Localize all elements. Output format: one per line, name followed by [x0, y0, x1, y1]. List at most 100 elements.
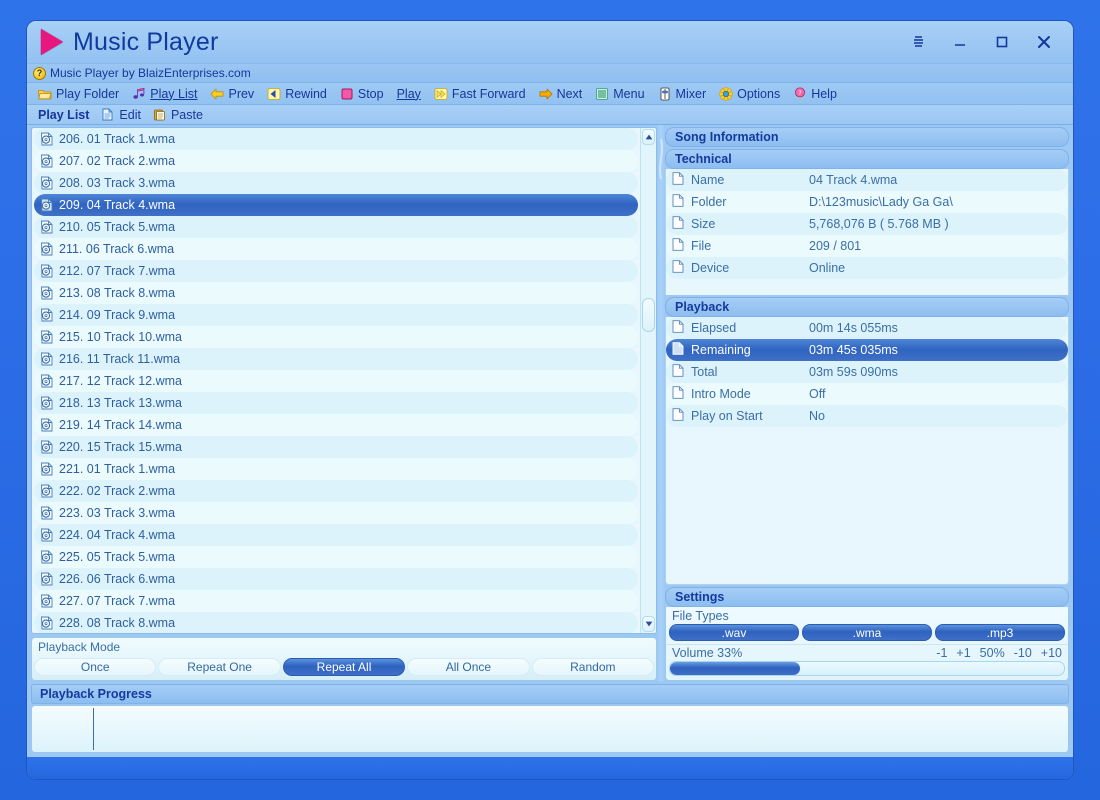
info-row[interactable]: Play on Start No	[666, 405, 1068, 427]
audio-file-icon	[40, 264, 54, 278]
playlist-item-label: 212. 07 Track 7.wma	[59, 264, 176, 278]
toolbar-stop[interactable]: Stop	[335, 84, 389, 104]
playlist-item[interactable]: 207. 02 Track 2.wma	[34, 150, 638, 172]
info-row[interactable]: Size 5,768,076 B ( 5.768 MB )	[666, 213, 1068, 235]
audio-file-icon	[40, 198, 54, 212]
playlist-item[interactable]: 224. 04 Track 4.wma	[34, 524, 638, 546]
toolbar-menu[interactable]: Menu	[590, 84, 649, 104]
playlist-scrollbar[interactable]	[640, 128, 656, 633]
maximize-icon[interactable]	[991, 31, 1013, 53]
playback-mode-button[interactable]: Repeat One	[158, 658, 281, 676]
playlist-item[interactable]: 220. 15 Track 15.wma	[34, 436, 638, 458]
audio-file-icon	[40, 528, 54, 542]
playlist-item[interactable]: 228. 08 Track 8.wma	[34, 612, 638, 633]
volume-slider[interactable]	[669, 661, 1065, 676]
toolbar-label: Next	[556, 86, 583, 101]
minimize-icon[interactable]	[949, 31, 971, 53]
playlist-item[interactable]: 213. 08 Track 8.wma	[34, 282, 638, 304]
document-icon	[672, 172, 685, 188]
playlist-item[interactable]: 211. 06 Track 6.wma	[34, 238, 638, 260]
info-row[interactable]: Remaining 03m 45s 035ms	[666, 339, 1068, 361]
playlist-item-label: 221. 01 Track 1.wma	[59, 462, 176, 476]
playlist-item[interactable]: 219. 14 Track 14.wma	[34, 414, 638, 436]
info-row[interactable]: Folder D:\123music\Lady Ga Ga\	[666, 191, 1068, 213]
playlist-item[interactable]: 226. 06 Track 6.wma	[34, 568, 638, 590]
technical-spacer	[665, 279, 1069, 295]
playback-rows: Elapsed 00m 14s 055ms Remaining 03m 45s 035…	[665, 317, 1069, 427]
audio-file-icon	[40, 396, 54, 410]
playlist-item-label: 224. 04 Track 4.wma	[59, 528, 176, 542]
toolbar-next[interactable]: Next	[534, 84, 588, 104]
pane-splitter[interactable]	[657, 125, 665, 681]
file-type-button[interactable]: .mp3	[935, 624, 1065, 641]
volume-adjust-button[interactable]: +1	[956, 646, 970, 660]
playlist-item-label: 219. 14 Track 14.wma	[59, 418, 182, 432]
playlist-item[interactable]: 208. 03 Track 3.wma	[34, 172, 638, 194]
toolbar-rewind[interactable]: Rewind	[262, 84, 332, 104]
volume-adjust-button[interactable]: -1	[936, 646, 947, 660]
audio-file-icon	[40, 242, 54, 256]
playlist-toolbar-label: Edit	[119, 107, 141, 122]
playback-progress-area[interactable]	[31, 705, 1069, 753]
toolbar-label: Stop	[357, 86, 384, 101]
info-row[interactable]: Name 04 Track 4.wma	[666, 169, 1068, 191]
stop-square-icon	[340, 87, 354, 101]
file-type-button[interactable]: .wav	[669, 624, 799, 641]
playlist-item[interactable]: 221. 01 Track 1.wma	[34, 458, 638, 480]
playback-mode-button[interactable]: Random	[531, 658, 655, 676]
playlist-item[interactable]: 216. 11 Track 11.wma	[34, 348, 638, 370]
hamburger-menu-icon[interactable]	[907, 31, 929, 53]
playlist-item[interactable]: 227. 07 Track 7.wma	[34, 590, 638, 612]
playlist-item[interactable]: 223. 03 Track 3.wma	[34, 502, 638, 524]
toolbar-fast-forward[interactable]: Fast Forward	[429, 84, 531, 104]
toolbar-play-list[interactable]: Play List	[127, 84, 202, 104]
toolbar-help[interactable]: ? Help	[788, 84, 842, 104]
playlist-panel: 206. 01 Track 1.wma 207. 02 Track 2.wma 20…	[31, 127, 657, 634]
playlist-item[interactable]: 209. 04 Track 4.wma	[34, 194, 638, 216]
file-types-buttons: .wav .wma .mp3	[666, 624, 1068, 644]
scrollbar-thumb[interactable]	[642, 298, 655, 332]
playback-mode-button[interactable]: All Once	[407, 658, 530, 676]
playlist-item[interactable]: 210. 05 Track 5.wma	[34, 216, 638, 238]
playlist-item[interactable]: 217. 12 Track 12.wma	[34, 370, 638, 392]
volume-adjust-button[interactable]: +10	[1041, 646, 1062, 660]
playlist-item[interactable]: 214. 09 Track 9.wma	[34, 304, 638, 326]
info-row-value: Online	[809, 261, 846, 275]
toolbar-prev[interactable]: Prev	[205, 84, 259, 104]
playlist-item[interactable]: 225. 05 Track 5.wma	[34, 546, 638, 568]
question-mark-icon[interactable]: ?	[33, 66, 46, 80]
playlist-item-label: 215. 10 Track 10.wma	[59, 330, 182, 344]
toolbar-play[interactable]: Play	[392, 84, 426, 104]
info-row[interactable]: File 209 / 801	[666, 235, 1068, 257]
info-row[interactable]: Device Online	[666, 257, 1068, 279]
playlist-toolbar-label: Paste	[170, 107, 203, 122]
scroll-down-icon[interactable]	[642, 616, 655, 632]
volume-row: Volume 33% -1 +1 50% -10 +10	[666, 644, 1068, 661]
volume-adjust-button[interactable]: 50%	[980, 646, 1005, 660]
file-type-button[interactable]: .wma	[802, 624, 932, 641]
playlist-toolbar-paste[interactable]: Paste	[148, 105, 208, 125]
technical-header: Technical	[665, 149, 1069, 169]
info-row[interactable]: Total 03m 59s 090ms	[666, 361, 1068, 383]
playlist[interactable]: 206. 01 Track 1.wma 207. 02 Track 2.wma 20…	[32, 128, 640, 633]
settings-panel: File Types .wav .wma .mp3 Volume 33% -1 +1 5…	[665, 607, 1069, 681]
playlist-toolbar-edit[interactable]: Edit	[96, 105, 146, 125]
audio-file-icon	[40, 506, 54, 520]
playlist-item[interactable]: 212. 07 Track 7.wma	[34, 260, 638, 282]
volume-adjust-button[interactable]: -10	[1014, 646, 1032, 660]
close-icon[interactable]	[1033, 31, 1055, 53]
toolbar-options[interactable]: Options	[714, 84, 785, 104]
scrollbar-track[interactable]	[641, 146, 656, 615]
playback-mode-button[interactable]: Once	[34, 658, 157, 676]
info-row[interactable]: Intro Mode Off	[666, 383, 1068, 405]
playlist-item[interactable]: 222. 02 Track 2.wma	[34, 480, 638, 502]
playlist-item[interactable]: 206. 01 Track 1.wma	[34, 128, 638, 150]
playlist-item-label: 220. 15 Track 15.wma	[59, 440, 182, 454]
toolbar-play-folder[interactable]: Play Folder	[33, 84, 124, 104]
playback-mode-button[interactable]: Repeat All	[282, 658, 406, 676]
playlist-item[interactable]: 215. 10 Track 10.wma	[34, 326, 638, 348]
toolbar-mixer[interactable]: Mixer	[653, 84, 712, 104]
info-row[interactable]: Elapsed 00m 14s 055ms	[666, 317, 1068, 339]
playlist-item[interactable]: 218. 13 Track 13.wma	[34, 392, 638, 414]
scroll-up-icon[interactable]	[642, 129, 655, 145]
